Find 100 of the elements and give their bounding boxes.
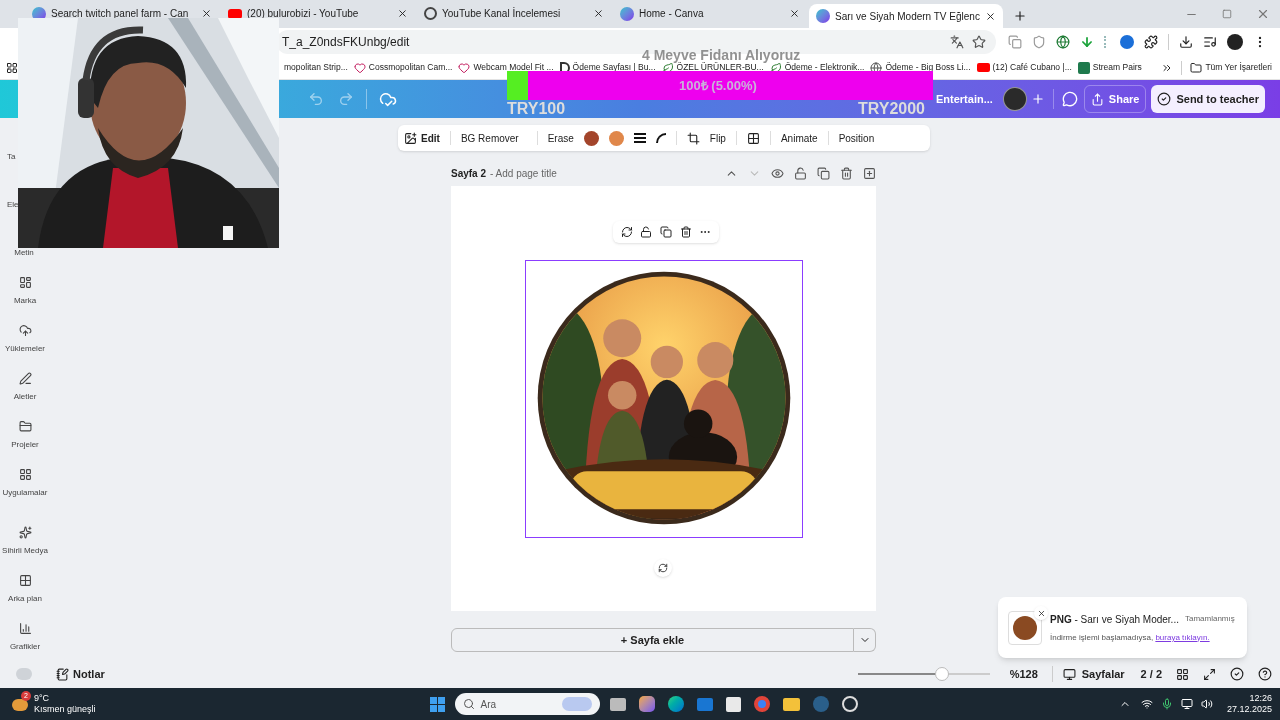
browser-tab[interactable]: (20) bulurobizi - YouTube xyxy=(221,7,415,20)
position-button[interactable]: Position xyxy=(838,130,875,146)
cloud-upload-icon xyxy=(18,324,32,337)
edit-button[interactable]: Edit xyxy=(404,130,440,146)
search-icon xyxy=(462,698,475,710)
add-page-icon[interactable] xyxy=(863,166,876,180)
line-weight-icon[interactable] xyxy=(633,133,646,143)
corner-icon[interactable] xyxy=(655,133,666,143)
rotate-icon[interactable] xyxy=(620,226,633,238)
crop-icon[interactable] xyxy=(686,131,700,145)
new-tab-icon[interactable] xyxy=(1013,9,1027,23)
sidebar-item[interactable]: Aletler xyxy=(0,358,50,406)
display-icon[interactable] xyxy=(1180,698,1193,710)
eye-icon[interactable] xyxy=(771,166,784,180)
network-icon[interactable] xyxy=(1140,698,1153,710)
color-swatch[interactable] xyxy=(583,130,599,146)
sidebar-item[interactable]: Marka xyxy=(0,262,50,310)
extension-icon[interactable] xyxy=(1120,35,1134,49)
image-edit-icon xyxy=(404,131,417,145)
lock-icon[interactable] xyxy=(640,226,653,238)
fullscreen-icon[interactable] xyxy=(1203,667,1216,681)
bookmark[interactable]: (12) Café Cubano |... xyxy=(976,61,1072,74)
translate-icon[interactable] xyxy=(950,35,964,49)
close-icon[interactable] xyxy=(397,8,408,19)
close-icon[interactable] xyxy=(985,10,996,22)
sidebar-label[interactable]: Ele xyxy=(7,199,19,211)
bg-remover-button[interactable]: BG Remover xyxy=(460,130,519,146)
flip-button[interactable]: Flip xyxy=(709,130,726,146)
clock-time[interactable]: 12:26 xyxy=(1249,693,1272,704)
download-status: Tamamlanmış xyxy=(1184,613,1235,625)
design-title[interactable]: Entertain... xyxy=(936,90,993,108)
leaf-icon xyxy=(661,61,674,74)
bookmark[interactable]: Webcam Model Fit ... xyxy=(458,61,554,74)
help-icon[interactable] xyxy=(1258,667,1272,681)
dismiss-button[interactable] xyxy=(1034,606,1048,620)
close-window-icon[interactable] xyxy=(1256,7,1270,21)
browser-tab[interactable]: YouTube Kanal İncelemesi xyxy=(417,7,611,20)
search-field[interactable]: Ara xyxy=(454,693,600,715)
start-icon[interactable] xyxy=(429,696,445,712)
close-icon[interactable] xyxy=(789,8,800,19)
globe-icon[interactable] xyxy=(1056,35,1070,49)
rotate-handle[interactable] xyxy=(654,559,672,577)
volume-icon[interactable] xyxy=(1200,698,1213,710)
add-user-icon[interactable] xyxy=(1030,92,1045,106)
retry-link[interactable]: buraya tıklayın. xyxy=(1155,632,1210,642)
profile-avatar[interactable] xyxy=(1227,34,1243,50)
tab-title: (20) bulurobizi - YouTube xyxy=(247,7,360,21)
browser-tab[interactable]: Home - Canva xyxy=(613,7,807,20)
share-button[interactable]: Share xyxy=(1083,85,1147,113)
animate-button[interactable]: Animate xyxy=(780,130,818,146)
bookmark[interactable]: Stream Pairs xyxy=(1077,61,1142,74)
grid-view-icon[interactable] xyxy=(1176,667,1189,681)
close-icon[interactable] xyxy=(201,8,212,19)
bookmark[interactable]: Tüm Yer İşaretleri xyxy=(1190,61,1272,74)
close-icon[interactable] xyxy=(593,8,604,19)
pages-icon xyxy=(1062,667,1076,681)
zoom-reading[interactable]: %128 xyxy=(1009,665,1038,683)
bookmark[interactable]: mopolitan Strip... xyxy=(284,61,348,74)
sidebar-label[interactable]: Ta xyxy=(7,151,16,163)
sidebar-item[interactable]: Sihirli Medya xyxy=(0,512,50,560)
send-to-teacher-button[interactable]: Send to teacher xyxy=(1151,85,1265,113)
globe-icon xyxy=(870,61,883,74)
mic-icon[interactable] xyxy=(1160,698,1173,710)
sidebar-item[interactable]: Uygulamalar xyxy=(0,454,50,502)
star-icon[interactable] xyxy=(972,35,986,49)
sidebar-label[interactable]: Metin xyxy=(14,247,34,259)
erase-button[interactable]: Erase xyxy=(547,130,574,146)
heart-icon xyxy=(353,61,366,74)
delete-icon[interactable] xyxy=(679,226,692,238)
sidebar-item[interactable]: Grafikler xyxy=(0,608,50,656)
page-title-field[interactable]: - Add page title xyxy=(490,165,557,181)
leaf-icon xyxy=(769,61,782,74)
duplicate-icon[interactable] xyxy=(660,226,672,238)
sidebar-item[interactable]: Arka plan xyxy=(0,560,50,608)
sidebar-item[interactable]: Yüklemeler xyxy=(0,310,50,358)
notes-button[interactable]: Notlar xyxy=(56,665,105,683)
duplicate-icon[interactable] xyxy=(817,166,830,180)
add-page-button[interactable]: + Sayfa ekle xyxy=(451,628,854,652)
extensions-icon[interactable] xyxy=(1144,35,1158,49)
arrow-down-icon[interactable] xyxy=(1080,35,1094,49)
media-icon[interactable] xyxy=(1203,35,1217,49)
color-swatch[interactable] xyxy=(608,130,624,146)
chrome-icon[interactable] xyxy=(753,696,770,712)
shield-icon[interactable] xyxy=(1032,35,1046,49)
bookmark[interactable]: Cossmopolitan Cam... xyxy=(353,61,453,74)
copy-icon[interactable] xyxy=(1008,35,1022,49)
download-icon[interactable] xyxy=(1179,35,1193,49)
play-icon xyxy=(976,63,990,72)
cloud-check-icon[interactable] xyxy=(379,90,397,108)
clock-date[interactable]: 27.12.2025 xyxy=(1226,704,1272,715)
bookmark[interactable]: Ödeme - Elektronik... xyxy=(769,61,865,74)
apps-icon[interactable] xyxy=(6,61,18,74)
browser-tab[interactable]: Sarı ve Siyah Modern TV Eğlenc xyxy=(809,4,1003,28)
sidebar-item[interactable]: Projeler xyxy=(0,406,50,454)
pages-button[interactable]: Sayfalar xyxy=(1062,665,1125,683)
page-name: Sayfa 2 xyxy=(451,166,487,181)
comment-icon[interactable] xyxy=(1061,91,1078,107)
check-icon[interactable] xyxy=(1230,667,1244,681)
tab-title: Home - Canva xyxy=(639,7,705,21)
user-avatar[interactable] xyxy=(1002,87,1027,111)
